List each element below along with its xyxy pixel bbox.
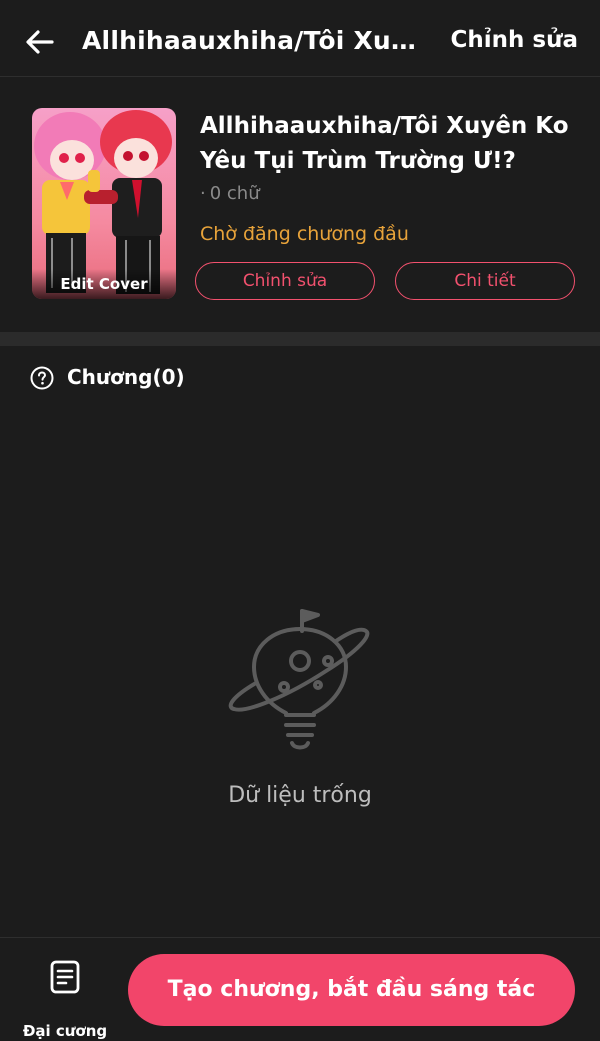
create-chapter-button[interactable]: Tạo chương, bắt đầu sáng tác (128, 954, 575, 1026)
edit-button[interactable]: Chỉnh sửa (195, 262, 375, 300)
story-info-card: Edit Cover Allhihaauxhiha/Tôi Xuyên Ko Y… (0, 77, 600, 332)
word-count: · 0 chữ (200, 183, 260, 204)
top-bar: Allhihaauxhiha/Tôi Xuyên... Chỉnh sửa (0, 0, 600, 77)
word-count-value: 0 chữ (209, 183, 260, 204)
story-cover[interactable]: Edit Cover (32, 108, 176, 299)
planet-bulb-icon (228, 609, 370, 750)
app-screen: Allhihaauxhiha/Tôi Xuyên... Chỉnh sửa (0, 0, 600, 1041)
publish-status: Chờ đăng chương đầu (200, 223, 409, 245)
bottom-action-bar: Đại cương Tạo chương, bắt đầu sáng tác (0, 937, 600, 1041)
help-circle-icon[interactable] (30, 366, 54, 390)
edit-story-link[interactable]: Chỉnh sửa (451, 27, 578, 53)
section-divider (0, 332, 600, 346)
separator-dot: · (200, 183, 206, 204)
edit-cover-label: Edit Cover (32, 269, 176, 299)
document-icon (50, 960, 80, 994)
chapters-count-label: Chương(0) (67, 365, 185, 389)
story-title: Allhihaauxhiha/Tôi Xuyên Ko Yêu Tụi Trùm… (200, 113, 569, 174)
empty-state-text: Dữ liệu trống (228, 783, 372, 808)
page-title: Allhihaauxhiha/Tôi Xuyên... (82, 26, 432, 55)
outline-label: Đại cương (22, 1022, 108, 1040)
back-arrow-icon[interactable] (22, 24, 58, 60)
outline-button[interactable]: Đại cương (20, 958, 110, 1040)
detail-button[interactable]: Chi tiết (395, 262, 575, 300)
